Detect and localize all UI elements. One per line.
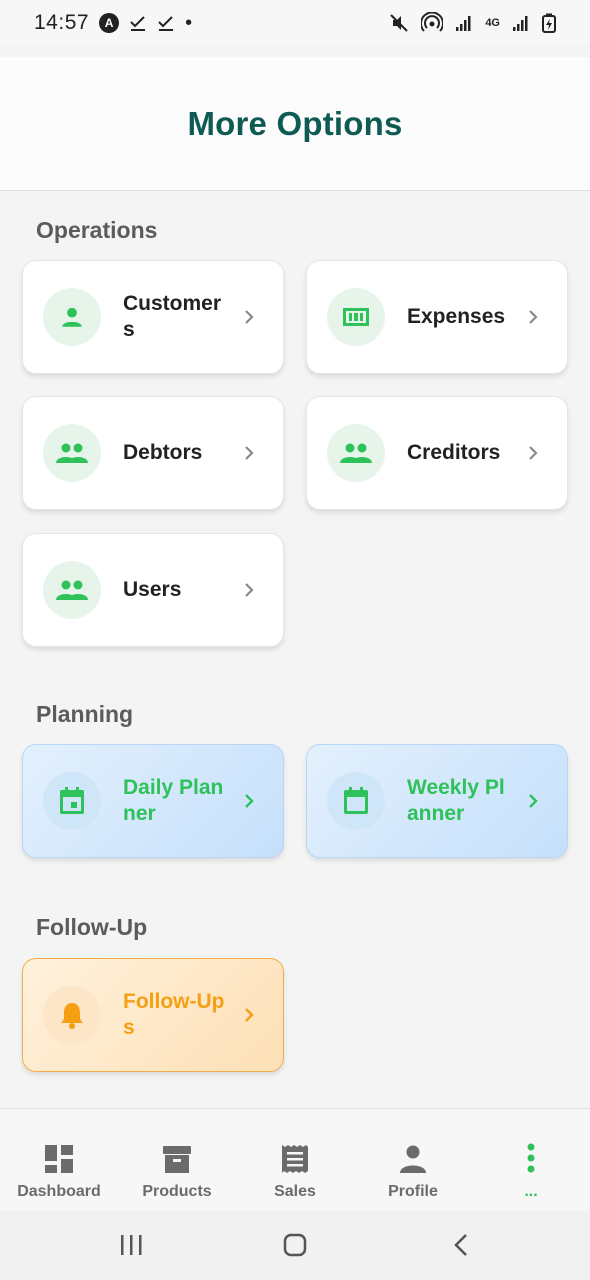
signal-icon	[513, 16, 528, 31]
card-debtors[interactable]: Debtors	[22, 396, 284, 510]
status-bar: 14:57 A • 4G	[0, 0, 590, 46]
network-type: 4G	[485, 17, 500, 29]
nav-products[interactable]: Products	[118, 1109, 236, 1212]
system-navigation-bar	[0, 1211, 590, 1280]
chevron-right-icon	[245, 310, 254, 324]
nav-label: Profile	[388, 1183, 438, 1200]
calendar-icon	[327, 772, 385, 830]
nav-label: Dashboard	[17, 1183, 101, 1200]
card-label: Follow-Ups	[123, 990, 225, 1039]
check-icon	[130, 16, 146, 31]
chevron-right-icon	[529, 446, 538, 460]
check-icon	[158, 16, 174, 31]
section-label-follow-up: Follow-Up	[36, 914, 148, 940]
nav-more[interactable]: ...	[472, 1109, 590, 1212]
chevron-right-icon	[529, 310, 538, 324]
nav-profile[interactable]: Profile	[354, 1109, 472, 1212]
chevron-right-icon	[529, 794, 538, 808]
calendar-today-icon	[43, 772, 101, 830]
money-icon	[327, 288, 385, 346]
nav-label: Sales	[274, 1183, 316, 1200]
card-label: Creditors	[407, 441, 501, 464]
person-icon	[43, 288, 101, 346]
card-weekly-planner[interactable]: Weekly Planner	[306, 744, 568, 858]
header: More Options	[0, 57, 590, 191]
card-label: Debtors	[123, 441, 203, 464]
back-icon[interactable]	[450, 1233, 474, 1257]
card-label: Customers	[123, 292, 222, 341]
page-title: More Options	[187, 104, 403, 142]
section-label-operations: Operations	[36, 217, 158, 243]
recent-apps-icon[interactable]	[119, 1233, 143, 1257]
group-icon	[327, 424, 385, 482]
card-daily-planner[interactable]: Daily Planner	[22, 744, 284, 858]
app-notification-icon: A	[99, 13, 120, 33]
group-icon	[43, 561, 101, 619]
card-label: Daily Planner	[123, 776, 224, 825]
bell-icon	[43, 986, 101, 1044]
chevron-right-icon	[245, 583, 254, 597]
group-icon	[43, 424, 101, 482]
hotspot-icon	[421, 12, 444, 32]
nav-sales[interactable]: Sales	[236, 1109, 354, 1212]
battery-charging-icon	[542, 13, 556, 33]
card-expenses[interactable]: Expenses	[306, 260, 568, 374]
card-customers[interactable]: Customers	[22, 260, 284, 374]
nav-label: ...	[524, 1183, 538, 1200]
card-label: Users	[123, 578, 182, 601]
chevron-right-icon	[245, 1008, 254, 1022]
chevron-right-icon	[245, 794, 254, 808]
archive-box-icon	[163, 1146, 191, 1173]
person-icon	[400, 1145, 426, 1173]
home-icon[interactable]	[283, 1233, 307, 1257]
dashboard-icon	[45, 1145, 73, 1173]
notification-dot: •	[185, 11, 193, 34]
section-label-planning: Planning	[36, 701, 134, 727]
card-label: Weekly Planner	[407, 776, 505, 825]
signal-icon	[456, 16, 471, 31]
status-time: 14:57	[34, 11, 90, 34]
mute-icon	[390, 14, 409, 32]
bottom-navigation: Dashboard Products Sales Profile ...	[0, 1108, 590, 1211]
card-users[interactable]: Users	[22, 533, 284, 647]
card-creditors[interactable]: Creditors	[306, 396, 568, 510]
nav-dashboard[interactable]: Dashboard	[0, 1109, 118, 1212]
more-vertical-icon	[527, 1143, 535, 1173]
nav-label: Products	[142, 1183, 212, 1200]
card-label: Expenses	[407, 305, 506, 328]
card-follow-ups[interactable]: Follow-Ups	[22, 958, 284, 1072]
chevron-right-icon	[245, 446, 254, 460]
receipt-icon	[282, 1145, 308, 1173]
